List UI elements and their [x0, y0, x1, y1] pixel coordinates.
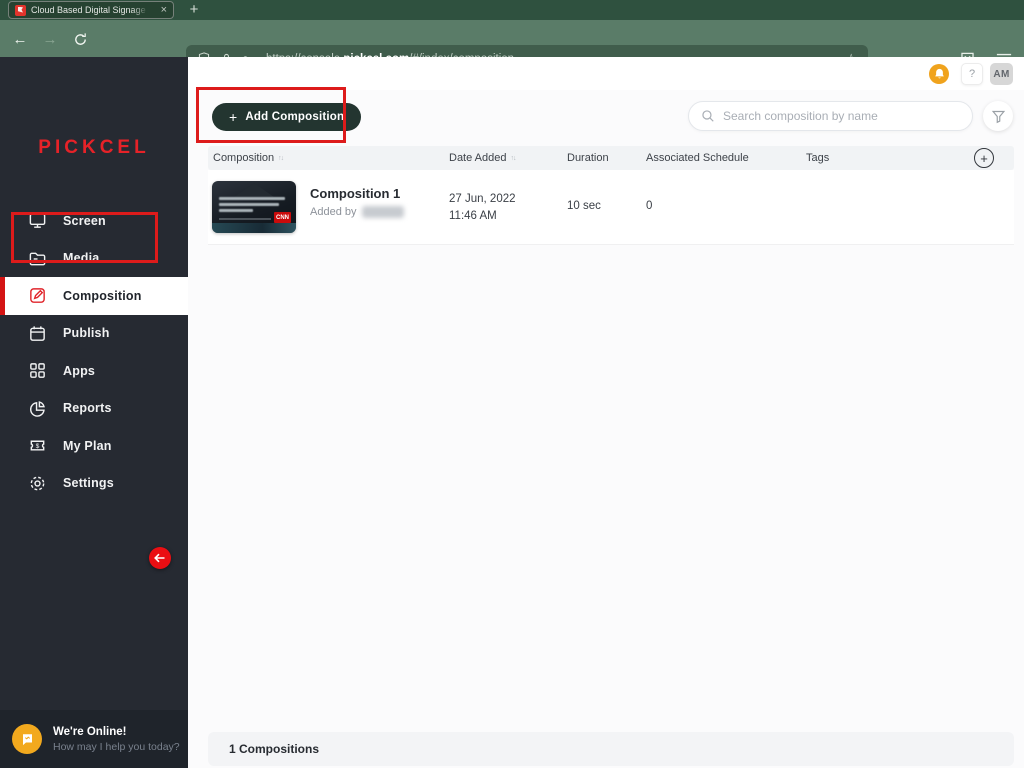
filter-button[interactable] [983, 101, 1013, 131]
browser-toolbar: ← → https://console.pickcel.com/#/index/… [0, 20, 1024, 72]
back-button[interactable]: ← [8, 27, 32, 51]
sidebar-nav: Screen Media Composition Publish Apps Re… [0, 202, 188, 502]
sidebar-item-settings[interactable]: Settings [0, 465, 188, 503]
search-input[interactable] [723, 109, 960, 123]
added-by: Added by [310, 206, 405, 218]
add-composition-button[interactable]: + Add Composition [212, 103, 362, 131]
sort-icon[interactable]: ↑↓ [511, 155, 517, 162]
duration-cell: 10 sec [567, 200, 601, 212]
browser-tab[interactable]: Cloud Based Digital Signage Pro × [8, 1, 174, 19]
column-tags: Tags [806, 152, 830, 164]
notification-bell-button[interactable] [929, 64, 949, 84]
reload-button[interactable] [68, 27, 92, 51]
search-bar[interactable] [688, 101, 973, 131]
redacted-username [362, 206, 405, 218]
chat-bubble-icon[interactable] [12, 724, 42, 754]
tab-title: Cloud Based Digital Signage Pro [31, 5, 149, 15]
sidebar-item-media[interactable]: Media [0, 240, 188, 278]
arrow-left-icon [154, 553, 165, 563]
composition-name[interactable]: Composition 1 [310, 186, 400, 201]
filter-funnel-icon [991, 110, 1005, 123]
composition-edit-icon [30, 288, 45, 304]
column-date-added[interactable]: Date Added ↑↓ [449, 146, 517, 170]
sidebar-item-apps[interactable]: Apps [0, 352, 188, 390]
screen-icon [29, 213, 46, 229]
date-added-cell: 27 Jun, 2022 11:46 AM [449, 193, 516, 222]
sidebar-collapse-button[interactable] [149, 547, 171, 569]
list-footer: 1 Compositions [208, 732, 1014, 766]
chat-status: We're Online! [53, 725, 127, 738]
sidebar-item-composition[interactable]: Composition [0, 277, 188, 315]
add-row-button[interactable]: + [974, 148, 994, 168]
app-header [188, 57, 1024, 90]
column-composition[interactable]: Composition ↑↓ [213, 146, 284, 170]
sidebar-item-screen[interactable]: Screen [0, 202, 188, 240]
reports-pie-icon [30, 400, 45, 417]
table-header: Composition ↑↓ Date Added ↑↓ Duration Asso… [208, 146, 1014, 170]
bell-icon [934, 68, 944, 79]
sidebar: PICKCEL Screen Media Composition Publish… [0, 57, 188, 768]
user-avatar[interactable]: AM [990, 63, 1013, 85]
chat-widget[interactable]: We're Online! How may I help you today? [0, 710, 188, 768]
table-row[interactable]: CNN Composition 1 Added by 27 Jun, 2022 … [208, 170, 1014, 245]
column-associated-schedule: Associated Schedule [646, 152, 749, 164]
svg-text:$: $ [36, 443, 40, 450]
schedule-count-cell: 0 [646, 200, 653, 212]
sidebar-item-publish[interactable]: Publish [0, 315, 188, 353]
tab-close-icon[interactable]: × [161, 4, 167, 16]
composition-thumbnail[interactable]: CNN [212, 181, 296, 233]
pickcel-logo: PICKCEL [38, 137, 150, 158]
search-icon [702, 110, 714, 122]
sidebar-item-my-plan[interactable]: $ My Plan [0, 427, 188, 465]
sort-icon[interactable]: ↑↓ [278, 155, 284, 162]
column-duration: Duration [567, 152, 609, 164]
apps-grid-icon [30, 363, 45, 379]
publish-calendar-icon [30, 326, 45, 341]
browser-window: Cloud Based Digital Signage Pro × + ← → … [0, 0, 1024, 768]
help-button[interactable]: ? [961, 63, 983, 85]
plan-ticket-icon: $ [30, 440, 45, 451]
forward-button: → [42, 30, 58, 48]
pickcel-favicon-icon [15, 4, 26, 16]
cnn-logo-badge: CNN [274, 212, 291, 223]
sidebar-item-reports[interactable]: Reports [0, 390, 188, 428]
plus-icon: + [229, 109, 238, 125]
composition-count: 1 Compositions [229, 742, 320, 756]
media-folder-icon [29, 252, 46, 266]
chat-greeting: How may I help you today? [53, 740, 180, 753]
browser-tabbar: Cloud Based Digital Signage Pro × + [0, 0, 1024, 20]
new-tab-button[interactable]: + [186, 2, 202, 18]
settings-gear-icon [30, 476, 45, 491]
